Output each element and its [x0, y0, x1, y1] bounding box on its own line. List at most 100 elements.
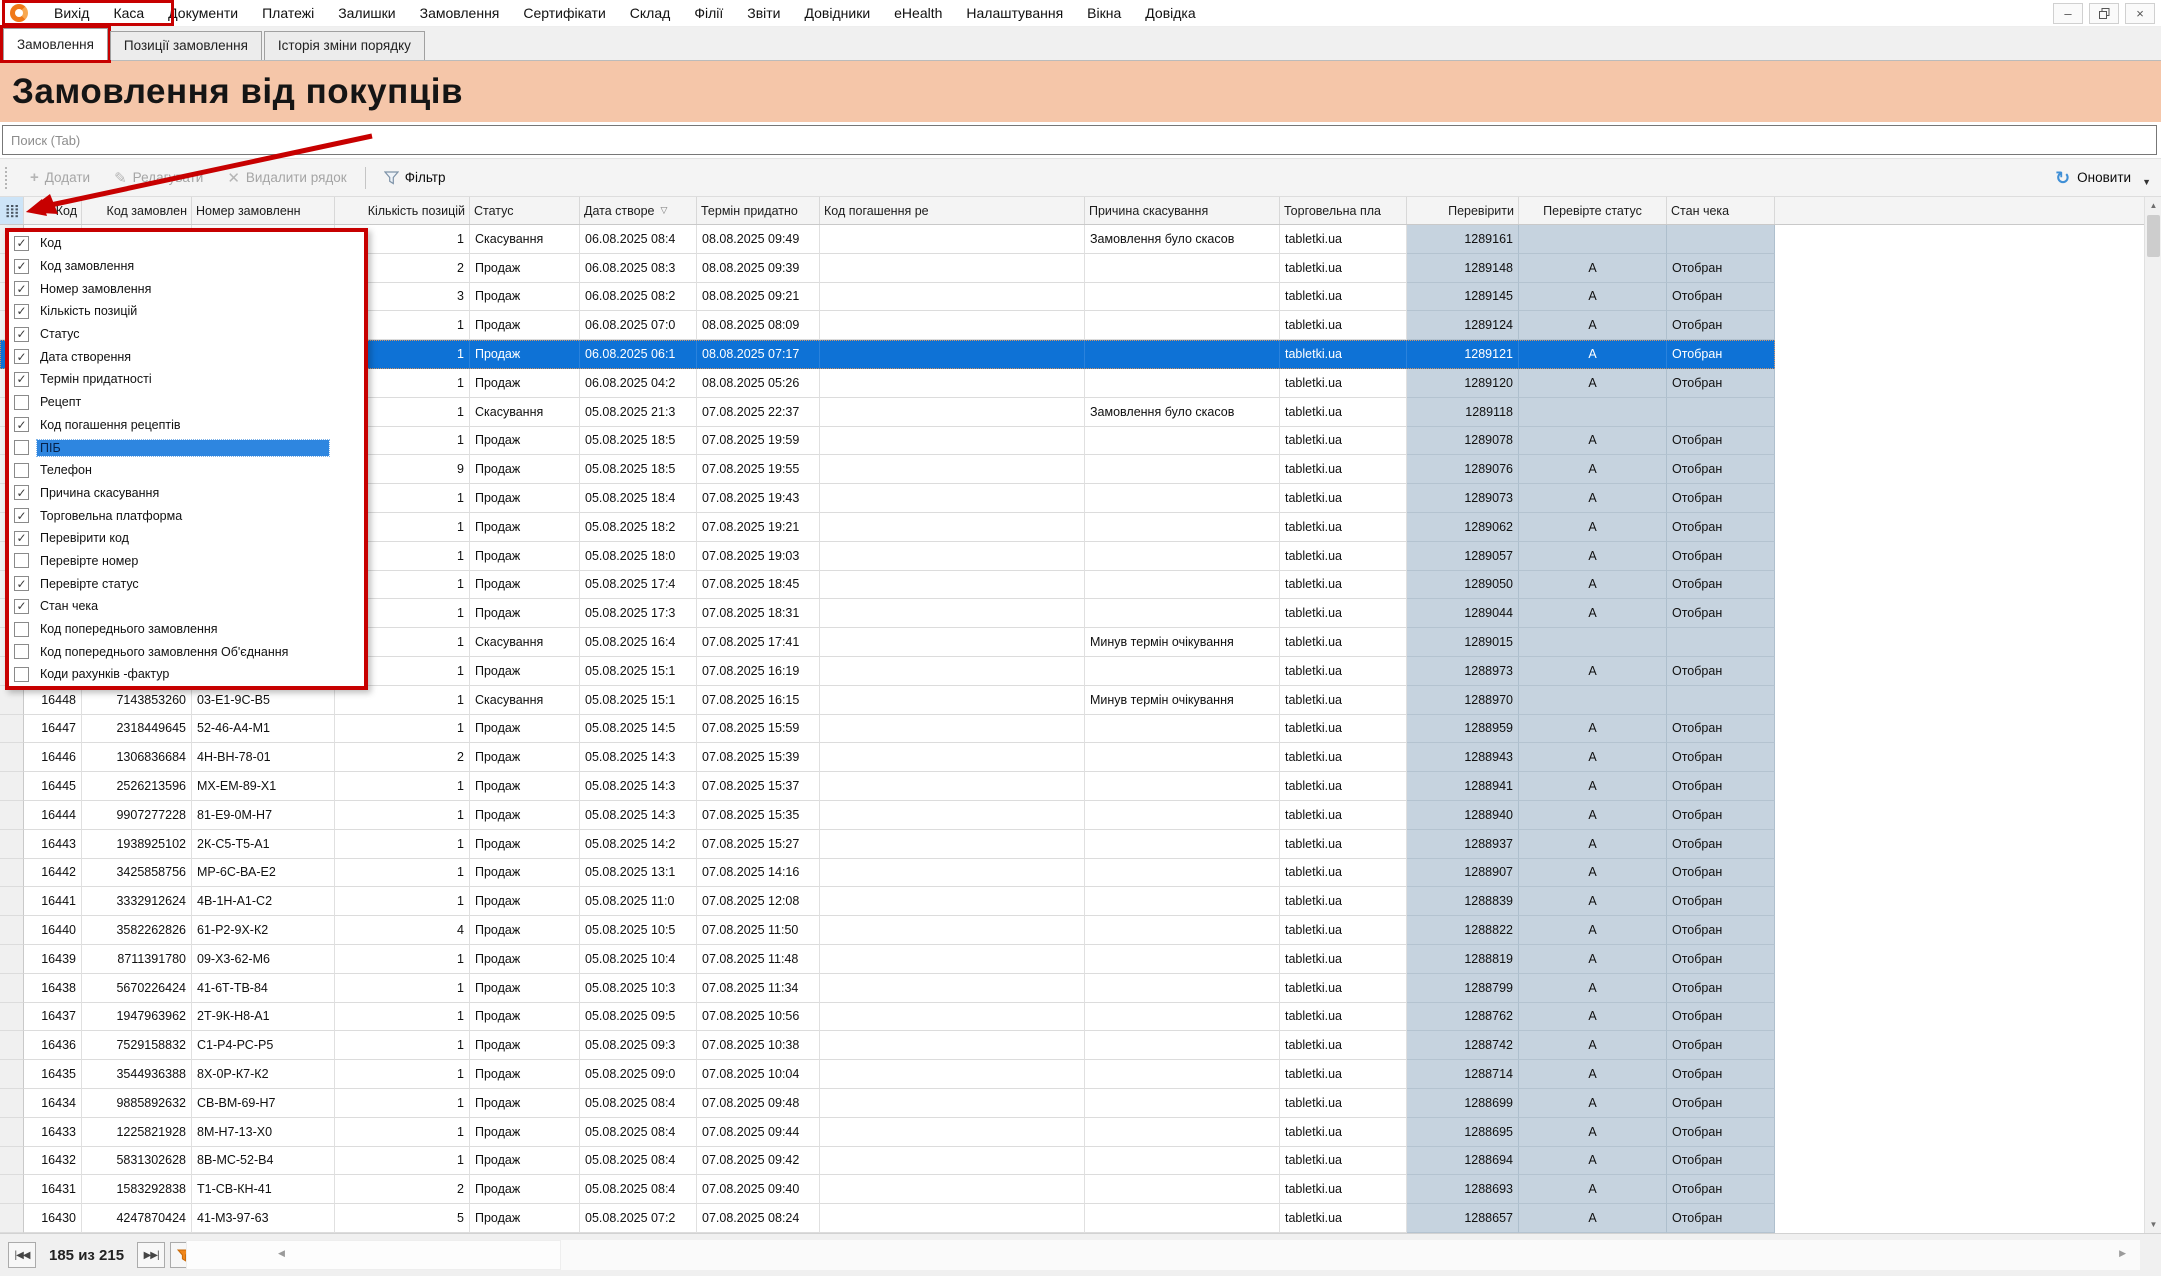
vertical-scrollbar[interactable]: ▲ ▼ [2144, 197, 2161, 1233]
menu-item-Філії[interactable]: Філії [682, 5, 735, 21]
table-row[interactable]: 164452526213596МХ-ЕМ-89-Х11Продаж05.08.2… [0, 772, 1775, 801]
checkbox-unchecked-icon[interactable] [14, 553, 29, 568]
app-logo-icon[interactable] [10, 4, 28, 22]
column-menu-item-Статус[interactable]: ✓Статус [9, 323, 364, 346]
column-menu-item-Код погашення рецептів[interactable]: ✓Код погашення рецептів [9, 414, 364, 437]
menu-item-Каса[interactable]: Каса [101, 5, 156, 21]
column-chooser-button[interactable] [0, 197, 24, 224]
table-row[interactable]: 1643258313026288В-МС-52-В41Продаж05.08.2… [0, 1147, 1775, 1176]
checkbox-checked-icon[interactable]: ✓ [14, 327, 29, 342]
table-row[interactable]: 1643312258219288М-Н7-13-Х01Продаж05.08.2… [0, 1118, 1775, 1147]
column-header-Перевірити[interactable]: Перевірити [1407, 197, 1519, 224]
menu-item-Документи[interactable]: Документи [156, 5, 250, 21]
table-row[interactable]: 1644319389251022К-С5-Т5-А11Продаж05.08.2… [0, 830, 1775, 859]
tab-Позиції замовлення[interactable]: Позиції замовлення [110, 31, 262, 60]
table-row[interactable]: 16430424787042441-М3-97-635Продаж05.08.2… [0, 1204, 1775, 1233]
checkbox-unchecked-icon[interactable] [14, 644, 29, 659]
column-menu-item-Дата створення[interactable]: ✓Дата створення [9, 345, 364, 368]
column-header-Стан чека[interactable]: Стан чека [1667, 197, 1775, 224]
column-header-Код погашення ре[interactable]: Код погашення ре [820, 197, 1085, 224]
checkbox-unchecked-icon[interactable] [14, 395, 29, 410]
checkbox-checked-icon[interactable]: ✓ [14, 304, 29, 319]
column-menu-item-Перевірити код[interactable]: ✓Перевірити код [9, 527, 364, 550]
menu-item-Замовлення[interactable]: Замовлення [408, 5, 512, 21]
toolbar-grip-handle[interactable] [5, 167, 10, 189]
checkbox-unchecked-icon[interactable] [14, 463, 29, 478]
minimize-button[interactable]: – [2053, 3, 2083, 24]
horizontal-scrollbar-thumb[interactable] [186, 1240, 561, 1270]
refresh-button[interactable]: ↻ Оновити ▼ [2055, 159, 2151, 196]
menu-item-Вихід[interactable]: Вихід [42, 5, 101, 21]
menu-item-Довідники[interactable]: Довідники [793, 5, 883, 21]
scroll-up-icon[interactable]: ▲ [2145, 197, 2161, 214]
table-row[interactable]: 16448714385326003-Е1-9С-В51Скасування05.… [0, 686, 1775, 715]
column-header-Причина скасування[interactable]: Причина скасування [1085, 197, 1280, 224]
add-button[interactable]: + Додати [18, 159, 102, 196]
table-row[interactable]: 164311583292838Т1-СВ-КН-412Продаж05.08.2… [0, 1175, 1775, 1204]
scroll-right-icon[interactable]: ▶ [2119, 1248, 2126, 1259]
scroll-left-icon[interactable]: ◀ [278, 1248, 285, 1259]
menu-item-Склад[interactable]: Склад [618, 5, 683, 21]
menu-item-Звіти[interactable]: Звіти [735, 5, 792, 21]
column-header-Код[interactable]: Код [24, 197, 82, 224]
column-menu-item-Кількість позицій[interactable]: ✓Кількість позицій [9, 300, 364, 323]
checkbox-checked-icon[interactable]: ✓ [14, 281, 29, 296]
column-header-Статус[interactable]: Статус [470, 197, 580, 224]
restore-button[interactable] [2089, 3, 2119, 24]
checkbox-checked-icon[interactable]: ✓ [14, 576, 29, 591]
column-menu-item-Перевірте статус[interactable]: ✓Перевірте статус [9, 572, 364, 595]
first-page-button[interactable]: |◀◀ [8, 1242, 36, 1268]
tab-Замовлення[interactable]: Замовлення [3, 28, 108, 60]
checkbox-checked-icon[interactable]: ✓ [14, 531, 29, 546]
column-menu-item-Номер замовлення[interactable]: ✓Номер замовлення [9, 277, 364, 300]
last-page-button[interactable]: ▶▶| [137, 1242, 165, 1268]
column-header-Код замовлен[interactable]: Код замовлен [82, 197, 192, 224]
menu-item-Залишки[interactable]: Залишки [326, 5, 407, 21]
checkbox-checked-icon[interactable]: ✓ [14, 417, 29, 432]
edit-button[interactable]: ✎ Редагувати [102, 159, 215, 196]
column-header-Торговельна пла[interactable]: Торговельна пла [1280, 197, 1407, 224]
column-header-Номер замовленн[interactable]: Номер замовленн [192, 197, 335, 224]
table-row[interactable]: 1643535449363888Х-0Р-К7-К21Продаж05.08.2… [0, 1060, 1775, 1089]
menu-item-Вікна[interactable]: Вікна [1075, 5, 1133, 21]
checkbox-checked-icon[interactable]: ✓ [14, 372, 29, 387]
checkbox-checked-icon[interactable]: ✓ [14, 599, 29, 614]
column-menu-item-Код попереднього замовлення[interactable]: Код попереднього замовлення [9, 618, 364, 641]
menu-item-eHealth[interactable]: eHealth [882, 5, 954, 21]
table-row[interactable]: 1644613068366844Н-ВН-78-012Продаж05.08.2… [0, 743, 1775, 772]
column-menu-item-Рецепт[interactable]: Рецепт [9, 391, 364, 414]
table-row[interactable]: 16439871139178009-Х3-62-М61Продаж05.08.2… [0, 945, 1775, 974]
checkbox-checked-icon[interactable]: ✓ [14, 508, 29, 523]
column-header-Перевірте статус[interactable]: Перевірте статус [1519, 197, 1667, 224]
column-header-Термін придатно[interactable]: Термін придатно [697, 197, 820, 224]
menu-item-Налаштування[interactable]: Налаштування [954, 5, 1075, 21]
column-menu-item-Телефон[interactable]: Телефон [9, 459, 364, 482]
column-menu-item-Причина скасування[interactable]: ✓Причина скасування [9, 482, 364, 505]
chevron-down-icon[interactable]: ▼ [2142, 177, 2151, 187]
checkbox-checked-icon[interactable]: ✓ [14, 349, 29, 364]
menu-item-Сертифікати[interactable]: Сертифікати [511, 5, 617, 21]
table-row[interactable]: 16438567022642441-6Т-ТВ-841Продаж05.08.2… [0, 974, 1775, 1003]
column-menu-item-Торговельна платформа[interactable]: ✓Торговельна платформа [9, 504, 364, 527]
checkbox-unchecked-icon[interactable] [14, 667, 29, 682]
tab-Історія зміни порядку[interactable]: Історія зміни порядку [264, 31, 425, 60]
delete-row-button[interactable]: ✕ Видалити рядок [215, 159, 358, 196]
close-button[interactable]: × [2125, 3, 2155, 24]
checkbox-checked-icon[interactable]: ✓ [14, 236, 29, 251]
search-input[interactable] [2, 125, 2157, 155]
column-header-Дата створе[interactable]: Дата створе▽ [580, 197, 697, 224]
table-row[interactable]: 1643719479639622Т-9К-Н8-А11Продаж05.08.2… [0, 1003, 1775, 1032]
table-row[interactable]: 16444990727722881-Е9-0М-Н71Продаж05.08.2… [0, 801, 1775, 830]
menu-item-Платежі[interactable]: Платежі [250, 5, 326, 21]
horizontal-scrollbar[interactable]: ◀ ▶ [186, 1240, 2140, 1270]
table-row[interactable]: 164423425858756МР-6С-ВА-Е21Продаж05.08.2… [0, 859, 1775, 888]
column-menu-item-ПІБ[interactable]: ПІБ [9, 436, 364, 459]
column-menu-item-Код попереднього замовлення Об'єднання[interactable]: Код попереднього замовлення Об'єднання [9, 640, 364, 663]
checkbox-unchecked-icon[interactable] [14, 622, 29, 637]
column-menu-item-Код замовлення[interactable]: ✓Код замовлення [9, 255, 364, 278]
menu-item-Довідка[interactable]: Довідка [1133, 5, 1207, 21]
table-row[interactable]: 1644133329126244В-1Н-А1-С21Продаж05.08.2… [0, 887, 1775, 916]
column-menu-item-Термін придатності[interactable]: ✓Термін придатності [9, 368, 364, 391]
table-row[interactable]: 164367529158832С1-Р4-РС-Р51Продаж05.08.2… [0, 1031, 1775, 1060]
vertical-scrollbar-thumb[interactable] [2147, 215, 2160, 257]
